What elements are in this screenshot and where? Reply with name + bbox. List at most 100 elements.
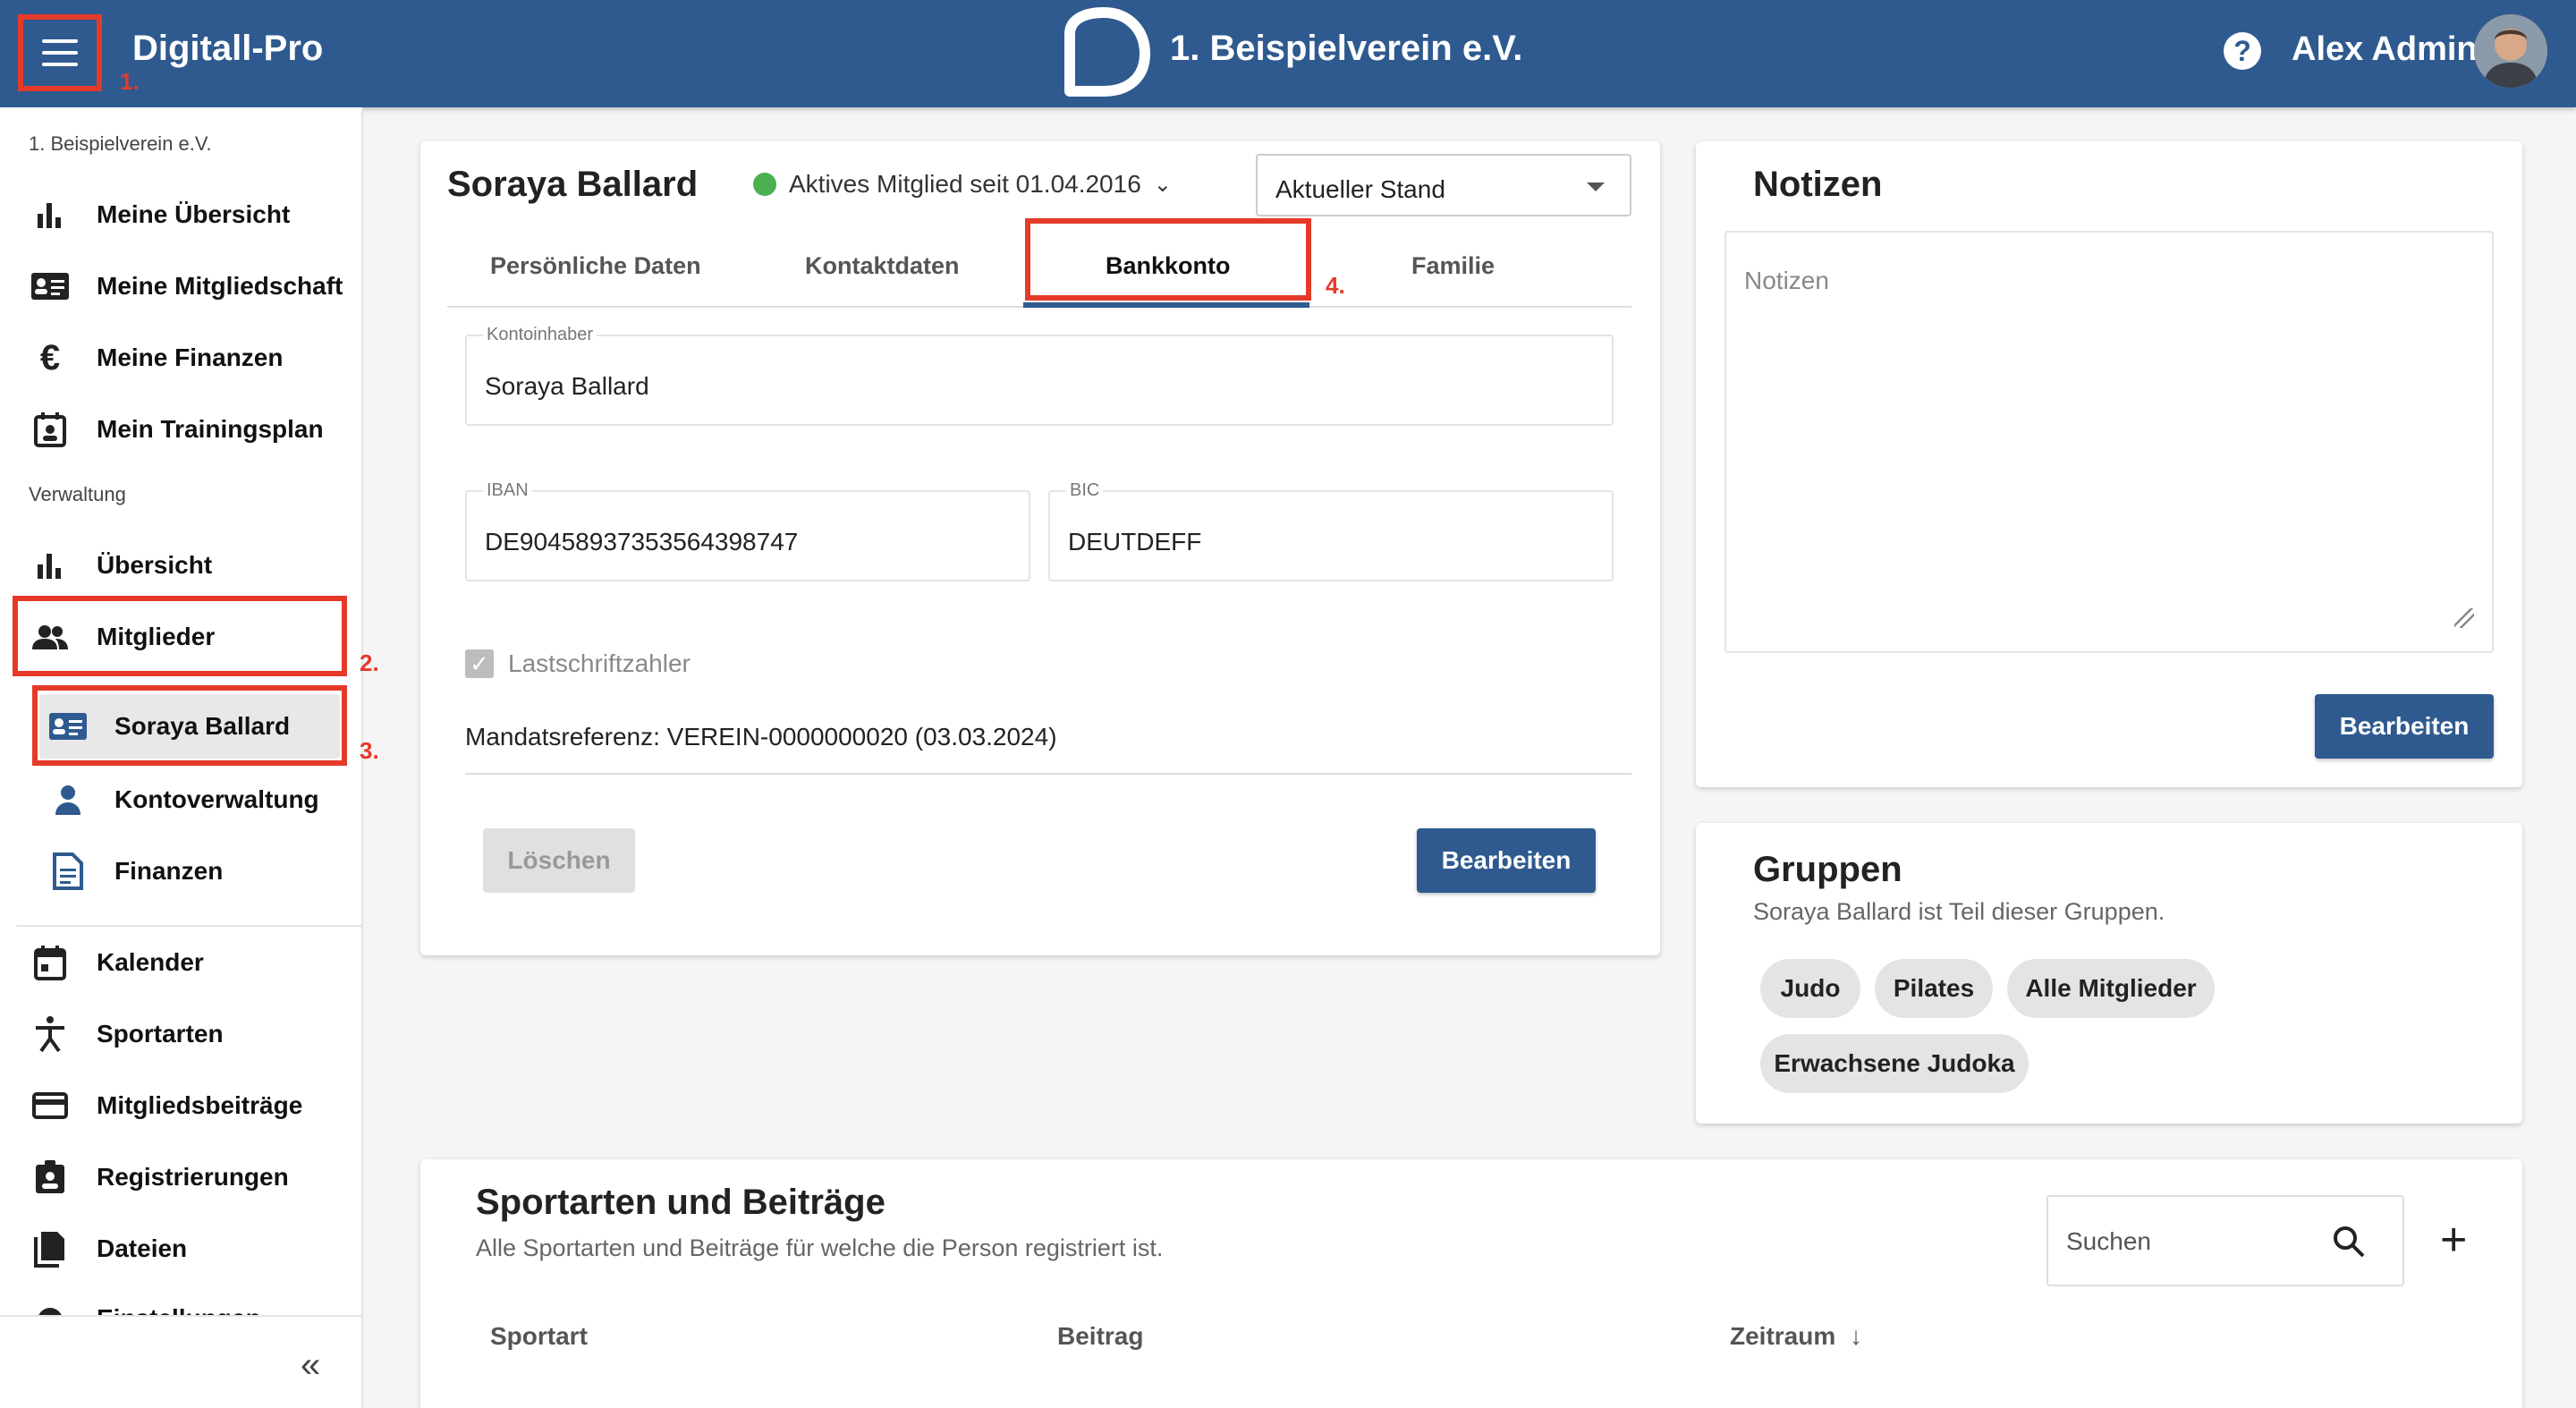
status-text: Aktives Mitglied seit 01.04.2016: [789, 170, 1141, 198]
edit-notes-button[interactable]: Bearbeiten: [2315, 694, 2494, 759]
sidebar-item-meine-mitgliedschaft[interactable]: Meine Mitgliedschaft: [0, 259, 363, 313]
direct-debit-checkbox[interactable]: ✓: [465, 649, 494, 678]
column-header-sportart[interactable]: Sportart: [490, 1322, 588, 1351]
sidebar-item-label: Registrierungen: [97, 1163, 289, 1191]
highlight-box-soraya-ballard: [32, 685, 347, 766]
club-name: 1. Beispielverein e.V.: [1170, 29, 1523, 68]
help-icon[interactable]: ?: [2224, 32, 2261, 70]
bar-chart-icon: [30, 195, 70, 234]
direct-debit-label: Lastschriftzahler: [508, 649, 691, 677]
add-sport-icon[interactable]: +: [2440, 1217, 2467, 1263]
sidebar-item-label: Sportarten: [97, 1020, 224, 1048]
sports-subtitle: Alle Sportarten und Beiträge für welche …: [476, 1234, 1164, 1261]
account-holder-value: Soraya Ballard: [485, 372, 649, 400]
euro-icon: €: [39, 337, 61, 377]
person-icon: [48, 780, 88, 819]
sidebar-item-label: Kontoverwaltung: [114, 785, 319, 813]
bic-field[interactable]: BIC DEUTDEFF: [1048, 480, 1614, 581]
sidebar-overflow-clip: Einstellungen: [0, 1293, 363, 1315]
sidebar-item-sportarten[interactable]: Sportarten: [0, 1007, 363, 1061]
tab-kontaktdaten[interactable]: Kontaktdaten: [805, 252, 960, 280]
sidebar-item-label: Meine Mitgliedschaft: [97, 272, 343, 300]
group-chip-erwachsene-judoka[interactable]: Erwachsene Judoka: [1760, 1034, 2029, 1093]
sidebar-item-mitgliedsbeitraege[interactable]: Mitgliedsbeiträge: [0, 1079, 363, 1132]
iban-label: IBAN: [483, 480, 532, 501]
calendar-person-icon: [30, 410, 70, 449]
collapse-sidebar-icon[interactable]: «: [301, 1345, 320, 1386]
sidebar-item-dateien[interactable]: Dateien: [0, 1222, 363, 1276]
id-card-icon: [30, 267, 70, 306]
sidebar-item-kalender[interactable]: Kalender: [0, 936, 363, 989]
bic-value: DEUTDEFF: [1068, 528, 1202, 556]
sidebar-bottom-divider: [0, 1315, 363, 1317]
sidebar-item-label: Kalender: [97, 948, 204, 976]
group-chip-pilates[interactable]: Pilates: [1875, 959, 1993, 1018]
notes-textarea[interactable]: Notizen: [1724, 231, 2494, 653]
club-logo: [1064, 7, 1150, 97]
sidebar-item-kontoverwaltung[interactable]: Kontoverwaltung: [0, 773, 363, 827]
column-header-zeitraum-label: Zeitraum: [1730, 1322, 1836, 1350]
sidebar-item-label: Meine Finanzen: [97, 344, 284, 371]
annotation-1: 1.: [120, 68, 140, 95]
account-holder-label: Kontoinhaber: [483, 325, 597, 345]
menu-button[interactable]: [18, 14, 102, 91]
top-app-bar: 1. Digitall-Pro 1. Beispielverein e.V. ?…: [0, 0, 2576, 107]
groups-title: Gruppen: [1753, 850, 1902, 889]
resize-handle-icon[interactable]: [2454, 608, 2474, 628]
search-placeholder: Suchen: [2066, 1227, 2151, 1255]
gear-icon: [30, 1301, 70, 1315]
sidebar-club-label: 1. Beispielverein e.V.: [29, 132, 212, 155]
badge-icon: [30, 1158, 70, 1197]
sidebar-item-label: Einstellungen: [97, 1304, 261, 1315]
delete-button[interactable]: Löschen: [483, 828, 635, 893]
sidebar-item-label: Finanzen: [114, 857, 224, 885]
column-header-beitrag[interactable]: Beitrag: [1057, 1322, 1143, 1351]
bic-label: BIC: [1066, 480, 1104, 501]
iban-field[interactable]: IBAN DE90458937353564398747: [465, 480, 1030, 581]
tab-active-indicator: [1023, 302, 1309, 308]
search-icon[interactable]: [2331, 1224, 2367, 1260]
document-icon: [48, 852, 88, 891]
iban-value: DE90458937353564398747: [485, 528, 799, 556]
user-name[interactable]: Alex Admin: [2292, 30, 2478, 69]
group-chip-judo[interactable]: Judo: [1760, 959, 1860, 1018]
tab-persoenliche-daten[interactable]: Persönliche Daten: [490, 252, 701, 280]
sports-search-input[interactable]: Suchen: [2046, 1195, 2404, 1286]
tab-familie[interactable]: Familie: [1411, 252, 1495, 280]
groups-subtitle: Soraya Ballard ist Teil dieser Gruppen.: [1753, 898, 2165, 925]
sidebar-admin-label: Verwaltung: [29, 483, 126, 505]
membership-status[interactable]: Aktives Mitglied seit 01.04.2016 ⌄: [753, 170, 1172, 199]
highlight-box-bankkonto: [1025, 218, 1311, 301]
dropdown-arrow-icon: [1587, 182, 1605, 191]
edit-bank-button[interactable]: Bearbeiten: [1417, 828, 1596, 893]
hamburger-icon: [42, 39, 78, 66]
column-header-zeitraum[interactable]: Zeitraum ↓: [1730, 1322, 1862, 1351]
user-photo-icon: [2474, 14, 2547, 88]
sidebar-item-meine-finanzen[interactable]: € Meine Finanzen: [0, 331, 363, 385]
annotation-3: 3.: [360, 737, 379, 764]
status-active-icon: [753, 173, 776, 196]
sidebar-item-label: Mitgliedsbeiträge: [97, 1091, 303, 1119]
sidebar-item-meine-uebersicht[interactable]: Meine Übersicht: [0, 188, 363, 242]
sidebar-item-label: Übersicht: [97, 551, 213, 579]
member-name: Soraya Ballard: [447, 165, 699, 204]
sidebar-item-finanzen[interactable]: Finanzen: [0, 844, 363, 898]
account-holder-field[interactable]: Kontoinhaber Soraya Ballard: [465, 325, 1614, 426]
sport-icon: [30, 1014, 70, 1054]
sidebar-item-label: Dateien: [97, 1234, 188, 1262]
app-name[interactable]: Digitall-Pro: [132, 29, 323, 69]
sidebar-item-label: Meine Übersicht: [97, 200, 291, 228]
annotation-4: 4.: [1326, 272, 1345, 299]
sidebar-item-uebersicht[interactable]: Übersicht: [0, 539, 363, 592]
chevron-down-icon: ⌄: [1153, 172, 1172, 197]
avatar[interactable]: [2474, 14, 2547, 88]
sidebar-item-label: Mein Trainingsplan: [97, 415, 324, 443]
notes-placeholder: Notizen: [1744, 267, 1829, 294]
sidebar-divider: [16, 925, 363, 927]
group-chip-alle-mitglieder[interactable]: Alle Mitglieder: [2007, 959, 2215, 1018]
sidebar-item-registrierungen[interactable]: Registrierungen: [0, 1150, 363, 1204]
view-select[interactable]: Aktueller Stand: [1256, 154, 1631, 216]
sidebar-item-mein-trainingsplan[interactable]: Mein Trainingsplan: [0, 403, 363, 456]
sidebar-item-einstellungen[interactable]: Einstellungen: [0, 1293, 363, 1315]
view-select-value: Aktueller Stand: [1275, 175, 1445, 203]
